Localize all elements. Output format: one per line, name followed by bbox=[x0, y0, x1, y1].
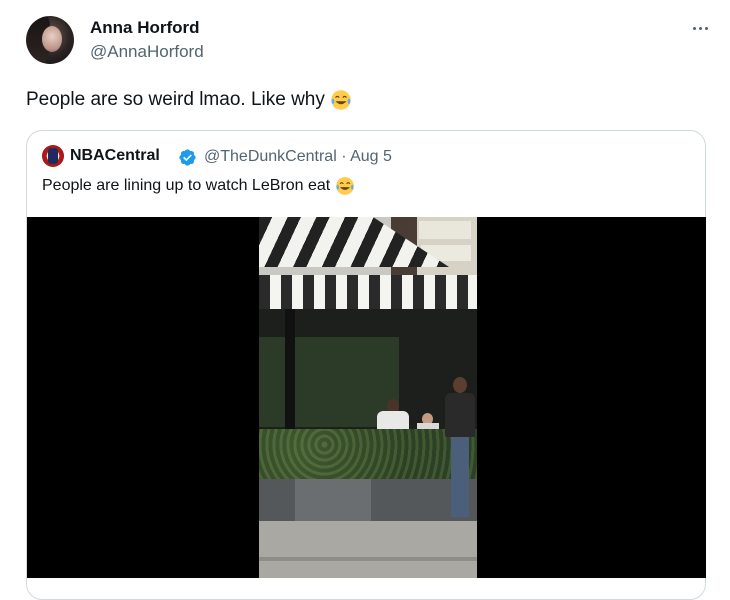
author-name[interactable]: Anna Horford bbox=[90, 18, 200, 38]
quoted-author-handle[interactable]: @TheDunkCentral bbox=[204, 148, 337, 165]
building-sign bbox=[419, 221, 471, 239]
awning-valance bbox=[259, 275, 477, 309]
tears-of-joy-emoji-icon bbox=[336, 177, 355, 195]
person-body bbox=[445, 393, 475, 437]
quoted-date[interactable]: Aug 5 bbox=[350, 148, 392, 165]
tweet-text: People are so weird lmao. Like why bbox=[26, 89, 352, 111]
curb bbox=[259, 557, 477, 561]
seated-person bbox=[377, 399, 409, 433]
more-options-icon[interactable] bbox=[688, 16, 712, 40]
more-dot bbox=[704, 26, 708, 30]
person-legs bbox=[451, 437, 469, 517]
tweet-text-content: People are so weird lmao. Like why bbox=[26, 89, 325, 111]
person-head bbox=[453, 377, 467, 393]
meta-separator: · bbox=[341, 148, 347, 165]
more-dot bbox=[692, 26, 696, 30]
quoted-meta: @TheDunkCentral · Aug 5 bbox=[204, 148, 392, 166]
more-dot bbox=[698, 26, 702, 30]
author-handle[interactable]: @AnnaHorford bbox=[90, 42, 204, 62]
video-player[interactable] bbox=[27, 217, 706, 578]
planter-panel bbox=[295, 479, 371, 521]
avatar-face bbox=[42, 26, 62, 52]
author-avatar[interactable] bbox=[26, 16, 74, 64]
video-frame bbox=[259, 217, 477, 578]
verified-badge-icon bbox=[179, 149, 196, 166]
quoted-tweet-text: People are lining up to watch LeBron eat bbox=[42, 176, 355, 196]
quoted-author-name[interactable]: NBACentral bbox=[70, 147, 160, 165]
sidewalk bbox=[259, 521, 477, 578]
tears-of-joy-emoji-icon bbox=[331, 90, 351, 110]
quoted-text-content: People are lining up to watch LeBron eat bbox=[42, 177, 331, 195]
quoted-author-avatar[interactable] bbox=[42, 145, 64, 167]
standing-person bbox=[445, 377, 475, 517]
